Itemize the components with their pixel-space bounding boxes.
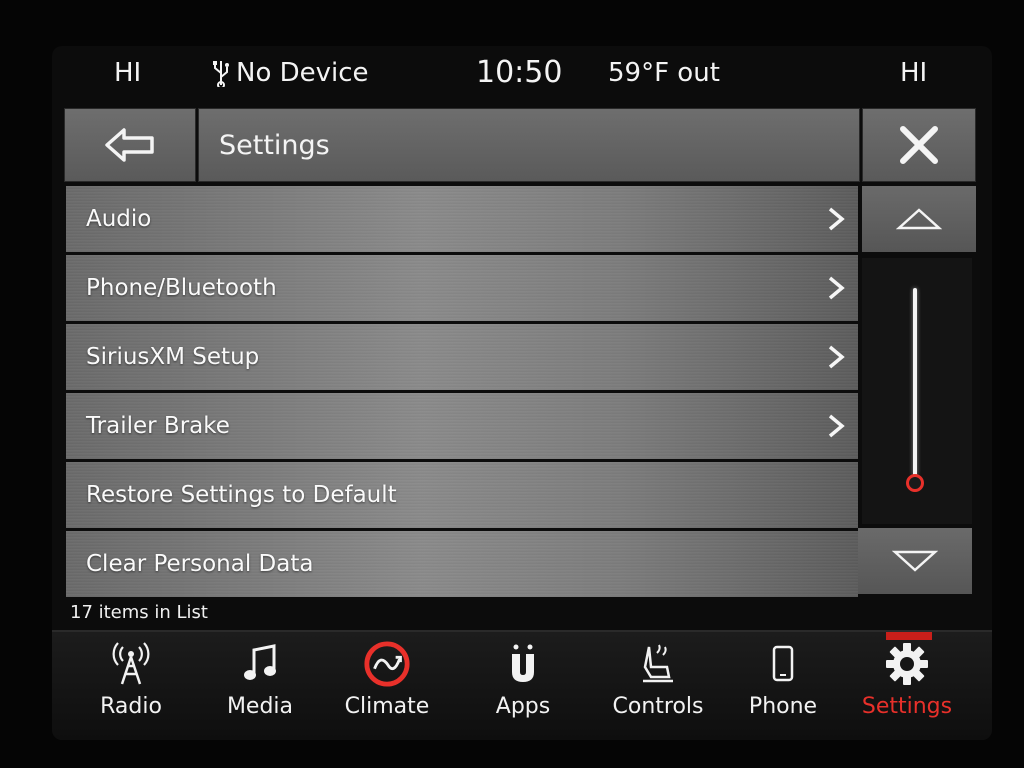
- nav-phone[interactable]: Phone: [723, 640, 843, 736]
- bottom-nav: Radio Media Climate Apps Controls Phone …: [52, 630, 992, 740]
- seat-controls-icon: [634, 640, 682, 688]
- scroll-down-button[interactable]: [858, 528, 972, 594]
- usb-device-status: No Device: [212, 58, 369, 88]
- list-item-label: Restore Settings to Default: [86, 482, 397, 508]
- radio-tower-icon: [107, 640, 155, 688]
- triangle-up-icon: [896, 208, 942, 230]
- nav-controls[interactable]: Controls: [598, 640, 718, 736]
- nav-label: Radio: [100, 694, 162, 719]
- nav-label: Controls: [612, 694, 704, 719]
- title-bar: Settings: [64, 108, 980, 182]
- nav-climate[interactable]: Climate: [327, 640, 447, 736]
- scroll-track[interactable]: [862, 258, 972, 524]
- nav-settings[interactable]: Settings: [847, 640, 967, 736]
- list-scrollbar: [858, 186, 980, 596]
- back-arrow-icon: [105, 128, 154, 162]
- left-temp-setting[interactable]: HI: [114, 58, 141, 88]
- climate-icon: [363, 640, 411, 688]
- scroll-thumb[interactable]: [906, 474, 924, 492]
- close-icon: [900, 126, 938, 164]
- apps-icon: [499, 640, 547, 688]
- device-label: No Device: [236, 58, 369, 88]
- close-button[interactable]: [862, 108, 976, 182]
- right-temp-setting[interactable]: HI: [900, 58, 927, 88]
- active-tab-indicator: [886, 632, 932, 640]
- back-button[interactable]: [64, 108, 196, 182]
- clock: 10:50: [476, 55, 563, 90]
- list-item-restore-defaults[interactable]: Restore Settings to Default: [66, 462, 858, 528]
- chevron-right-icon: [828, 276, 845, 300]
- scroll-indicator-line: [913, 288, 917, 476]
- list-item-phone-bluetooth[interactable]: Phone/Bluetooth: [66, 255, 858, 321]
- nav-label: Apps: [495, 694, 551, 719]
- gear-icon: [883, 640, 931, 688]
- list-item-trailer-brake[interactable]: Trailer Brake: [66, 393, 858, 459]
- nav-apps[interactable]: Apps: [463, 640, 583, 736]
- nav-label: Settings: [861, 694, 953, 719]
- triangle-down-icon: [892, 550, 938, 572]
- list-item-label: Audio: [86, 206, 152, 232]
- list-item-clear-personal-data[interactable]: Clear Personal Data: [66, 531, 858, 597]
- page-title: Settings: [219, 129, 330, 161]
- list-item-label: SiriusXM Setup: [86, 344, 260, 370]
- list-item-siriusxm-setup[interactable]: SiriusXM Setup: [66, 324, 858, 390]
- scroll-up-button[interactable]: [862, 186, 976, 252]
- nav-media[interactable]: Media: [200, 640, 320, 736]
- music-note-icon: [236, 640, 284, 688]
- list-count: 17 items in List: [70, 602, 208, 623]
- head-unit-screen: HI No Device 10:50 59°F out HI Settings: [52, 46, 992, 740]
- usb-icon: [213, 61, 229, 87]
- list-item-audio[interactable]: Audio: [66, 186, 858, 252]
- list-item-label: Phone/Bluetooth: [86, 275, 277, 301]
- nav-label: Phone: [748, 694, 818, 719]
- status-bar: HI No Device 10:50 59°F out HI: [52, 46, 992, 102]
- list-item-label: Trailer Brake: [86, 413, 230, 439]
- phone-icon: [759, 640, 807, 688]
- nav-radio[interactable]: Radio: [71, 640, 191, 736]
- chevron-right-icon: [828, 207, 845, 231]
- nav-label: Climate: [344, 694, 430, 719]
- settings-list: Audio Phone/Bluetooth SiriusXM Setup Tra…: [66, 186, 858, 600]
- nav-label: Media: [226, 694, 294, 719]
- chevron-right-icon: [828, 414, 845, 438]
- chevron-right-icon: [828, 345, 845, 369]
- outside-temperature: 59°F out: [608, 58, 720, 88]
- list-item-label: Clear Personal Data: [86, 551, 314, 577]
- title-area: Settings: [198, 108, 860, 182]
